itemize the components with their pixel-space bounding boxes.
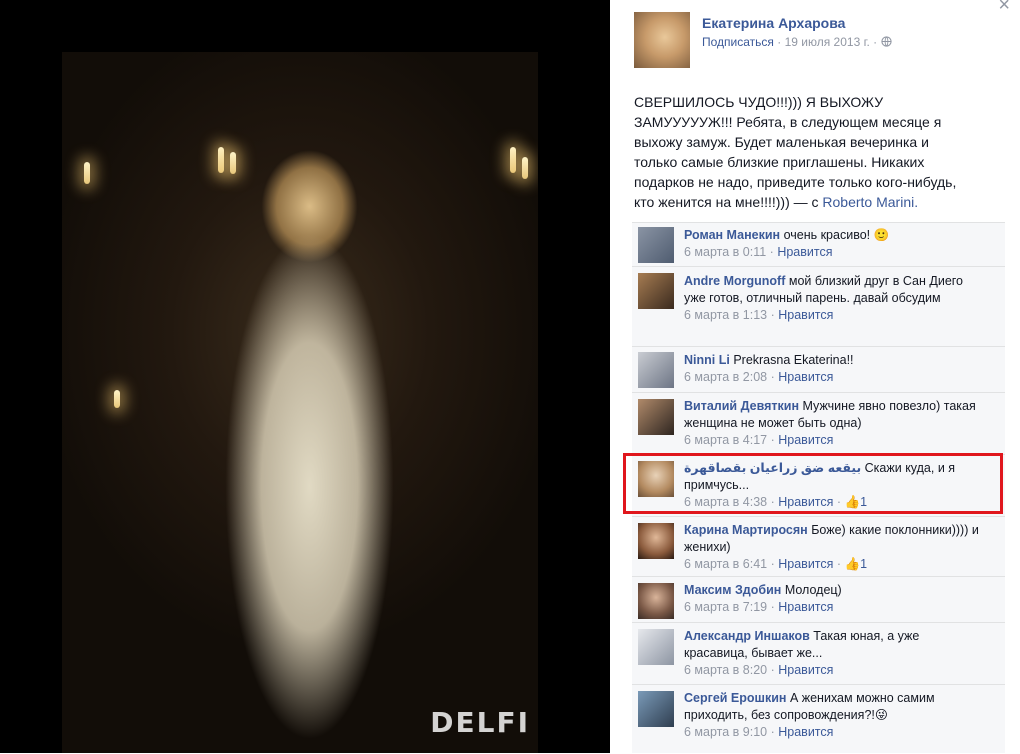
comment: Александр Иншаков Такая юная, а уже крас… xyxy=(632,622,1005,685)
globe-icon xyxy=(880,35,892,49)
candle-light xyxy=(522,157,528,179)
post-body: СВЕРШИЛОСЬ ЧУДО!!!))) Я ВЫХОЖУ ЗАМУУУУУЖ… xyxy=(634,94,957,210)
like-link[interactable]: Нравится xyxy=(778,433,833,447)
post-text: СВЕРШИЛОСЬ ЧУДО!!!))) Я ВЫХОЖУ ЗАМУУУУУЖ… xyxy=(634,92,969,212)
commenter-avatar[interactable] xyxy=(638,273,674,309)
subscribe-link[interactable]: Подписаться xyxy=(702,35,774,49)
comment-time[interactable]: 6 марта в 7:19 xyxy=(684,600,767,614)
comment-time[interactable]: 6 марта в 6:41 xyxy=(684,557,767,571)
photo-viewer: DELFI xyxy=(0,0,610,753)
commenter-name[interactable]: Роман Манекин xyxy=(684,228,780,242)
photo-watermark: DELFI xyxy=(430,706,530,739)
like-link[interactable]: Нравится xyxy=(778,663,833,677)
post-panel: × Екатерина Архарова Подписаться · 19 ию… xyxy=(618,0,1020,753)
comment: Andre Morgunoff мой близкий друг в Сан Д… xyxy=(632,266,1005,347)
commenter-avatar[interactable] xyxy=(638,352,674,388)
post-meta: Подписаться · 19 июля 2013 г. · xyxy=(702,35,892,49)
like-link[interactable]: Нравится xyxy=(778,557,833,571)
post-date[interactable]: 19 июля 2013 г. xyxy=(785,35,870,49)
comment: Максим Здобин Молодец) 6 марта в 7:19 · … xyxy=(632,576,1005,623)
comment: Роман Манекин очень красиво! 🙂 6 марта в… xyxy=(632,222,1005,267)
like-count[interactable]: 👍1 xyxy=(845,557,868,571)
meta-separator: · xyxy=(777,35,782,49)
comment-time[interactable]: 6 марта в 9:10 xyxy=(684,725,767,739)
candle-light xyxy=(218,147,224,173)
highlight-box xyxy=(623,453,1003,514)
commenter-avatar[interactable] xyxy=(638,691,674,727)
bride-photo[interactable]: DELFI xyxy=(62,52,538,753)
commenter-name[interactable]: Максим Здобин xyxy=(684,583,781,597)
like-link[interactable]: Нравится xyxy=(778,308,833,322)
like-link[interactable]: Нравится xyxy=(778,600,833,614)
tagged-user-link[interactable]: Roberto Marini. xyxy=(822,194,918,210)
candle-light xyxy=(230,152,236,174)
close-icon[interactable]: × xyxy=(998,0,1010,17)
comment: Сергей Ерошкин А женихам можно самим при… xyxy=(632,684,1005,754)
commenter-avatar[interactable] xyxy=(638,523,674,559)
comment-time[interactable]: 6 марта в 1:13 xyxy=(684,308,767,322)
commenter-name[interactable]: Карина Мартиросян xyxy=(684,523,808,537)
like-link[interactable]: Нравится xyxy=(777,245,832,259)
comment-text: Молодец) xyxy=(784,583,842,597)
meta-separator: · xyxy=(873,35,878,49)
commenter-avatar[interactable] xyxy=(638,227,674,263)
comment: Карина Мартиросян Боже) какие поклонники… xyxy=(632,516,1005,577)
commenter-name[interactable]: Andre Morgunoff xyxy=(684,274,785,288)
commenter-avatar[interactable] xyxy=(638,399,674,435)
comment-text: Prekrasna Ekaterina!! xyxy=(733,353,854,367)
candle-light xyxy=(84,162,90,184)
commenter-name[interactable]: Ninni Li xyxy=(684,353,730,367)
commenter-name[interactable]: Александр Иншаков xyxy=(684,629,810,643)
comment-time[interactable]: 6 марта в 8:20 xyxy=(684,663,767,677)
commenter-name[interactable]: Сергей Ерошкин xyxy=(684,691,786,705)
commenter-avatar[interactable] xyxy=(638,583,674,619)
comment: Ninni Li Prekrasna Ekaterina!! 6 марта в… xyxy=(632,346,1005,393)
like-link[interactable]: Нравится xyxy=(778,370,833,384)
comment-time[interactable]: 6 марта в 4:17 xyxy=(684,433,767,447)
author-name[interactable]: Екатерина Архарова xyxy=(702,15,845,31)
comment: Виталий Девяткин Мужчине явно повезло) т… xyxy=(632,392,1005,455)
comment-time[interactable]: 6 марта в 2:08 xyxy=(684,370,767,384)
comment-time[interactable]: 6 марта в 0:11 xyxy=(684,245,766,259)
candle-light xyxy=(510,147,516,173)
candle-light xyxy=(114,390,120,408)
comment-text: очень красиво! 🙂 xyxy=(783,228,890,242)
commenter-avatar[interactable] xyxy=(638,629,674,665)
commenter-name[interactable]: Виталий Девяткин xyxy=(684,399,799,413)
like-link[interactable]: Нравится xyxy=(778,725,833,739)
author-avatar[interactable] xyxy=(634,12,690,68)
